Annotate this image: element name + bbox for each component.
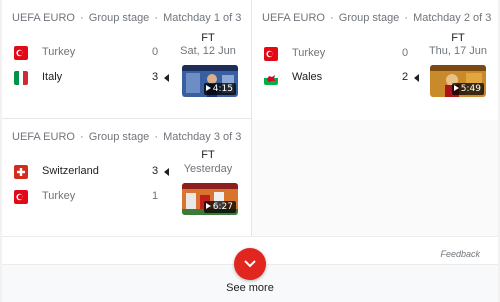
empty-cell [252, 120, 498, 236]
chevron-down-icon [244, 260, 256, 268]
team-name: Turkey [42, 190, 76, 202]
switzerland-flag-icon [14, 165, 28, 179]
team-score: 2 [402, 71, 409, 83]
stage-name: Group stage [88, 131, 150, 143]
play-icon [205, 85, 211, 91]
match-card[interactable]: UEFA EURO · Group stage · Matchday 2 of … [252, 0, 500, 118]
video-duration: 5:49 [451, 83, 484, 95]
match-card[interactable]: UEFA EURO · Group stage · Matchday 3 of … [2, 119, 250, 237]
match-card[interactable]: UEFA EURO · Group stage · Matchday 1 of … [2, 0, 250, 118]
match-status: FT [201, 32, 215, 44]
turkey-flag-icon [14, 190, 28, 204]
team-name: Switzerland [42, 165, 99, 177]
stage-name: Group stage [88, 12, 150, 24]
match-status: FT [201, 149, 215, 161]
team-score: 0 [402, 47, 409, 59]
team-score: 3 [152, 165, 159, 177]
home-team-row: Turkey 0 [12, 44, 162, 62]
play-icon [205, 203, 211, 209]
matchday: Matchday 2 of 3 [413, 12, 492, 24]
match-date: Sat, 12 Jun [180, 45, 236, 57]
wales-flag-icon [264, 71, 278, 85]
turkey-flag-icon [264, 47, 278, 61]
team-name: Italy [42, 71, 63, 83]
turkey-flag-icon [14, 46, 28, 60]
winner-indicator-icon [414, 74, 419, 82]
see-more-label[interactable]: See more [0, 282, 500, 294]
separator: · [154, 12, 159, 24]
winner-indicator-icon [164, 74, 169, 82]
feedback-link[interactable]: Feedback [440, 249, 480, 259]
home-team-row: Switzerland 3 [12, 163, 169, 181]
away-team-row: Italy 3 [12, 69, 169, 87]
matches-grid: UEFA EURO · Group stage · Matchday 1 of … [2, 0, 498, 236]
team-score: 1 [152, 190, 159, 202]
separator: · [80, 12, 84, 24]
team-name: Turkey [42, 46, 76, 58]
match-status: FT [451, 32, 465, 44]
match-header: UEFA EURO · Group stage · Matchday 1 of … [12, 12, 241, 24]
home-team-row: Turkey 0 [262, 45, 412, 63]
video-duration: 6:27 [203, 201, 236, 213]
competition-name: UEFA EURO [262, 12, 325, 24]
match-date: Yesterday [183, 163, 233, 175]
winner-indicator-icon [164, 168, 169, 176]
matchday: Matchday 1 of 3 [163, 12, 242, 24]
separator: · [80, 131, 84, 143]
play-icon [453, 85, 459, 91]
italy-flag-icon [14, 71, 28, 85]
video-duration: 4:15 [203, 83, 236, 95]
team-score: 0 [152, 46, 159, 58]
team-name: Wales [292, 71, 323, 83]
match-header: UEFA EURO · Group stage · Matchday 3 of … [12, 131, 241, 143]
team-name: Turkey [292, 47, 326, 59]
see-more-button[interactable] [234, 248, 266, 280]
team-score: 3 [152, 71, 159, 83]
separator: · [404, 12, 409, 24]
separator: · [330, 12, 334, 24]
highlights-video-thumbnail[interactable]: 4:15 [182, 65, 238, 97]
matchday: Matchday 3 of 3 [163, 131, 242, 143]
away-team-row: Wales 2 [262, 69, 419, 87]
match-header: UEFA EURO · Group stage · Matchday 2 of … [262, 12, 491, 24]
match-date: Thu, 17 Jun [428, 45, 488, 57]
separator: · [154, 131, 159, 143]
highlights-video-thumbnail[interactable]: 5:49 [430, 65, 486, 97]
stage-name: Group stage [338, 12, 400, 24]
away-team-row: Turkey 1 [12, 188, 162, 206]
highlights-video-thumbnail[interactable]: 6:27 [182, 183, 238, 215]
competition-name: UEFA EURO [12, 131, 75, 143]
competition-name: UEFA EURO [12, 12, 75, 24]
